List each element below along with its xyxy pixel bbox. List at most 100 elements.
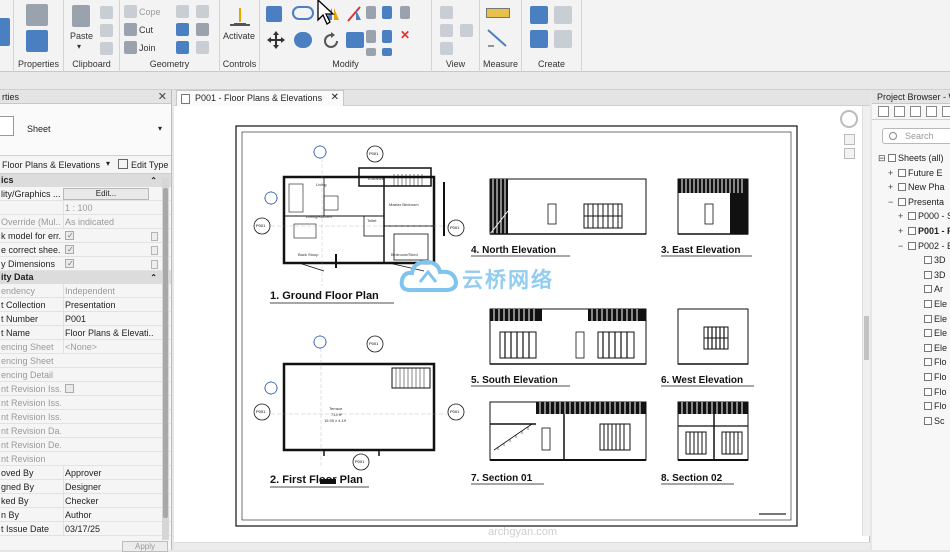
match-type-icon[interactable] — [100, 42, 113, 55]
property-value[interactable]: Approver — [63, 466, 153, 480]
navigation-wheel-icon[interactable] — [840, 110, 858, 128]
remove-paint-icon[interactable] — [196, 41, 209, 54]
hide-icon[interactable] — [440, 6, 453, 19]
scroll-thumb[interactable] — [163, 188, 168, 518]
property-value[interactable]: P001 — [63, 312, 153, 326]
join-button[interactable]: Join — [139, 43, 156, 53]
schedule-icon[interactable] — [926, 106, 937, 117]
property-checkbox[interactable] — [65, 229, 74, 243]
zoom-icon[interactable] — [844, 134, 855, 145]
cut-geometry-button[interactable]: Cut — [139, 25, 153, 35]
type-selector[interactable]: Sheet ▾ — [0, 104, 171, 156]
activate-controls-icon[interactable] — [230, 6, 250, 26]
rotate-icon[interactable] — [322, 32, 340, 50]
group-graphics[interactable]: ics ⌃ — [0, 174, 171, 187]
align-icon[interactable] — [266, 6, 282, 22]
scroll-thumb[interactable] — [864, 316, 869, 360]
chevron-down-icon[interactable]: ▾ — [158, 124, 162, 133]
paste-button[interactable]: Paste — [70, 31, 93, 41]
property-value[interactable]: 03/17/25 — [63, 522, 153, 536]
paint-icon[interactable] — [176, 41, 189, 54]
sheet-canvas[interactable]: Living Entrance Dining/Kitchen Master Be… — [174, 106, 870, 550]
view-icon[interactable] — [894, 106, 905, 117]
join-icon[interactable] — [124, 41, 137, 54]
property-value[interactable]: Designer — [63, 480, 153, 494]
tree-expand-icon[interactable]: ⊟ — [878, 152, 887, 164]
cope-button[interactable]: Cope — [139, 7, 161, 17]
home-icon[interactable] — [878, 106, 889, 117]
tree-expand-icon[interactable]: − — [898, 240, 907, 252]
property-checkbox[interactable] — [65, 257, 74, 271]
pin-icon[interactable] — [400, 6, 410, 19]
trim-multiple-icon[interactable] — [366, 48, 376, 56]
create-parts-icon[interactable] — [554, 6, 572, 24]
scale-icon[interactable] — [382, 30, 392, 43]
copy-icon[interactable] — [100, 6, 113, 19]
param-button[interactable] — [151, 246, 158, 255]
activate-button[interactable]: Activate — [223, 31, 255, 41]
close-icon[interactable]: ✕ — [158, 90, 167, 104]
tree-expand-icon[interactable]: + — [898, 210, 907, 222]
vertical-scrollbar[interactable] — [862, 106, 870, 536]
sheet-view-icon[interactable] — [910, 106, 921, 117]
mirror-draw-icon[interactable] — [346, 6, 362, 22]
tree-expand-icon[interactable]: − — [888, 196, 897, 208]
property-checkbox[interactable] — [65, 243, 74, 257]
unjoin-icon[interactable] — [196, 23, 209, 36]
tree-expand-icon[interactable]: + — [888, 167, 897, 179]
grid-icon[interactable] — [942, 106, 950, 117]
create-assembly-icon[interactable] — [530, 6, 548, 24]
delete-icon[interactable]: ✕ — [400, 28, 410, 42]
property-value[interactable]: Checker — [63, 494, 153, 508]
group-identity-data[interactable]: ity Data ⌃ — [0, 271, 171, 284]
dimension-icon[interactable] — [486, 28, 510, 48]
modify-tool-icon[interactable] — [0, 18, 10, 46]
create-similar-icon[interactable] — [554, 30, 572, 48]
move-icon[interactable] — [266, 30, 286, 50]
view-dropdown-icon[interactable] — [460, 24, 473, 37]
collapse-icon[interactable]: ⌃ — [150, 174, 157, 187]
instance-filter[interactable]: Floor Plans & Elevations — [2, 160, 100, 170]
paste-icon[interactable] — [72, 5, 90, 27]
cut-icon[interactable] — [100, 24, 113, 37]
apply-button[interactable]: Apply — [122, 541, 168, 552]
tree-expand-icon[interactable]: + — [898, 225, 907, 237]
param-button[interactable] — [151, 260, 158, 269]
create-group-icon[interactable] — [530, 30, 548, 48]
cope-icon[interactable] — [124, 5, 137, 18]
tab-p001[interactable]: P001 - Floor Plans & Elevations ✕ — [176, 90, 344, 106]
demolish-icon[interactable] — [196, 5, 209, 18]
type-properties-icon[interactable] — [26, 4, 48, 26]
measure-icon[interactable] — [486, 8, 510, 18]
property-value[interactable]: Presentation — [63, 298, 153, 312]
edit-type-button[interactable]: Edit Type — [131, 160, 168, 170]
cut-geometry-icon[interactable] — [124, 23, 137, 36]
filter-dropdown-icon[interactable]: ▾ — [106, 159, 110, 168]
tree-expand-icon[interactable]: + — [888, 181, 897, 193]
param-button[interactable] — [151, 232, 158, 241]
paste-dropdown-icon[interactable]: ▾ — [77, 42, 81, 51]
split-face-icon[interactable] — [176, 23, 189, 36]
linework-icon[interactable] — [440, 42, 453, 55]
properties-scrollbar[interactable] — [162, 178, 169, 540]
override-graphics-icon[interactable] — [440, 24, 453, 37]
property-value[interactable]: Floor Plans & Elevati... — [63, 326, 153, 340]
property-value[interactable]: Author — [63, 508, 153, 522]
search-placeholder: Search — [905, 131, 934, 141]
properties-icon[interactable] — [26, 30, 48, 52]
zoom-dropdown-icon[interactable] — [844, 148, 855, 159]
split-icon[interactable] — [366, 6, 376, 19]
array-icon[interactable] — [366, 30, 376, 43]
browser-search-input[interactable]: Search — [882, 128, 950, 144]
collapse-icon[interactable]: ⌃ — [150, 271, 157, 284]
offset-icon[interactable] — [292, 6, 314, 20]
horizontal-scrollbar[interactable] — [174, 542, 870, 550]
tree-item-label: Future E — [908, 167, 943, 178]
wall-joins-icon[interactable] — [176, 5, 189, 18]
copy-element-icon[interactable] — [294, 32, 312, 48]
edit-visibility-button[interactable]: Edit... — [63, 188, 149, 200]
split-gap-icon[interactable] — [382, 6, 392, 19]
unpin-icon[interactable] — [382, 48, 392, 56]
close-icon[interactable]: ✕ — [331, 91, 339, 105]
trim-extend-icon[interactable] — [346, 32, 364, 48]
